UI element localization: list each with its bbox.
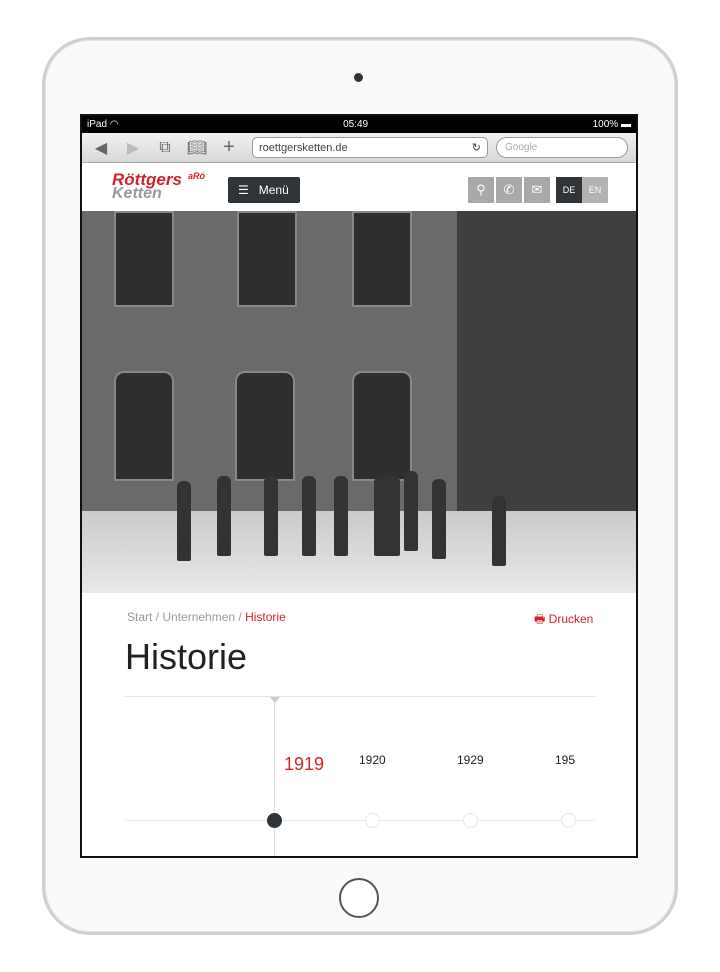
print-button[interactable]: 🖶︎ Drucken [534,610,593,631]
device-label: iPad [87,119,108,130]
reload-icon[interactable]: ↻ [472,141,481,154]
breadcrumb: Start / Unternehmen / Historie [127,610,286,624]
logo-line2: Ketten [112,185,162,202]
printer-icon: 🖶︎ [534,612,546,626]
hamburger-icon: ☰ [238,183,249,197]
logo-mark: aRö [188,171,206,181]
window [352,211,412,307]
window [114,371,174,481]
language-switch: DE EN [556,177,608,203]
tabs-icon[interactable]: ⧉ [152,139,178,157]
url-field[interactable]: roettgersketten.de ↻ [252,137,488,158]
timeline-dot[interactable] [365,813,380,828]
person [492,496,506,566]
bookmarks-icon[interactable]: 📖︎ [184,138,210,158]
timeline-pointer [270,697,280,703]
lang-de[interactable]: DE [556,177,582,203]
phone-button[interactable]: ✆ [496,177,522,203]
home-button[interactable] [339,878,379,918]
hero-photo [82,211,636,593]
menu-label: Menü [258,183,289,197]
person [177,481,191,561]
gate [457,211,636,511]
page-title: Historie [125,636,248,677]
person [302,476,316,556]
divider [125,696,595,697]
screen: iPad ◠ 05:49 100% ▬ ◀ ▶ ⧉ 📖︎ + roettgers… [80,114,638,858]
battery-label: 100% [592,119,619,130]
timeline-dot[interactable] [267,813,282,828]
menu-button[interactable]: ☰ Menü [228,177,300,203]
timeline-year[interactable]: 1919 [284,754,324,775]
person [404,471,418,551]
person [374,476,400,556]
window [235,371,295,481]
wifi-icon: ◠ [109,119,119,130]
browser-toolbar: ◀ ▶ ⧉ 📖︎ + roettgersketten.de ↻ Google [82,133,636,163]
search-field[interactable]: Google [496,137,628,158]
add-icon[interactable]: + [216,136,242,159]
search-icon: ⚲ [476,182,486,197]
window [114,211,174,307]
camera [354,73,363,82]
timeline-year[interactable]: 195 [555,753,575,767]
mail-button[interactable]: ✉ [524,177,550,203]
logo[interactable]: Röttgers Ketten aRö [112,171,205,202]
battery-icon: ▬ [620,119,631,130]
person [217,476,231,556]
status-bar: iPad ◠ 05:49 100% ▬ [82,116,636,133]
breadcrumb-start[interactable]: Start [127,610,152,624]
forward-icon[interactable]: ▶ [120,138,146,158]
person [432,479,446,559]
window [237,211,297,307]
mail-icon: ✉ [531,182,543,197]
clock: 05:49 [343,119,369,130]
breadcrumb-unternehmen[interactable]: Unternehmen [162,610,235,624]
timeline-track [125,820,595,821]
window [352,371,412,481]
phone-icon: ✆ [503,182,515,197]
lang-en[interactable]: EN [582,177,608,203]
timeline-year[interactable]: 1929 [457,753,484,767]
person [334,476,348,556]
timeline-dot[interactable] [463,813,478,828]
timeline-marker-line [274,697,275,856]
site-header: Röttgers Ketten aRö ☰ Menü ⚲ ✆ ✉ DE EN [82,163,636,211]
breadcrumb-current: Historie [245,610,286,624]
search-button[interactable]: ⚲ [468,177,494,203]
print-label: Drucken [548,612,594,626]
back-icon[interactable]: ◀ [88,138,114,158]
timeline-year[interactable]: 1920 [359,753,386,767]
timeline-dot[interactable] [561,813,576,828]
url-text: roettgersketten.de [259,141,348,154]
person [264,476,278,556]
